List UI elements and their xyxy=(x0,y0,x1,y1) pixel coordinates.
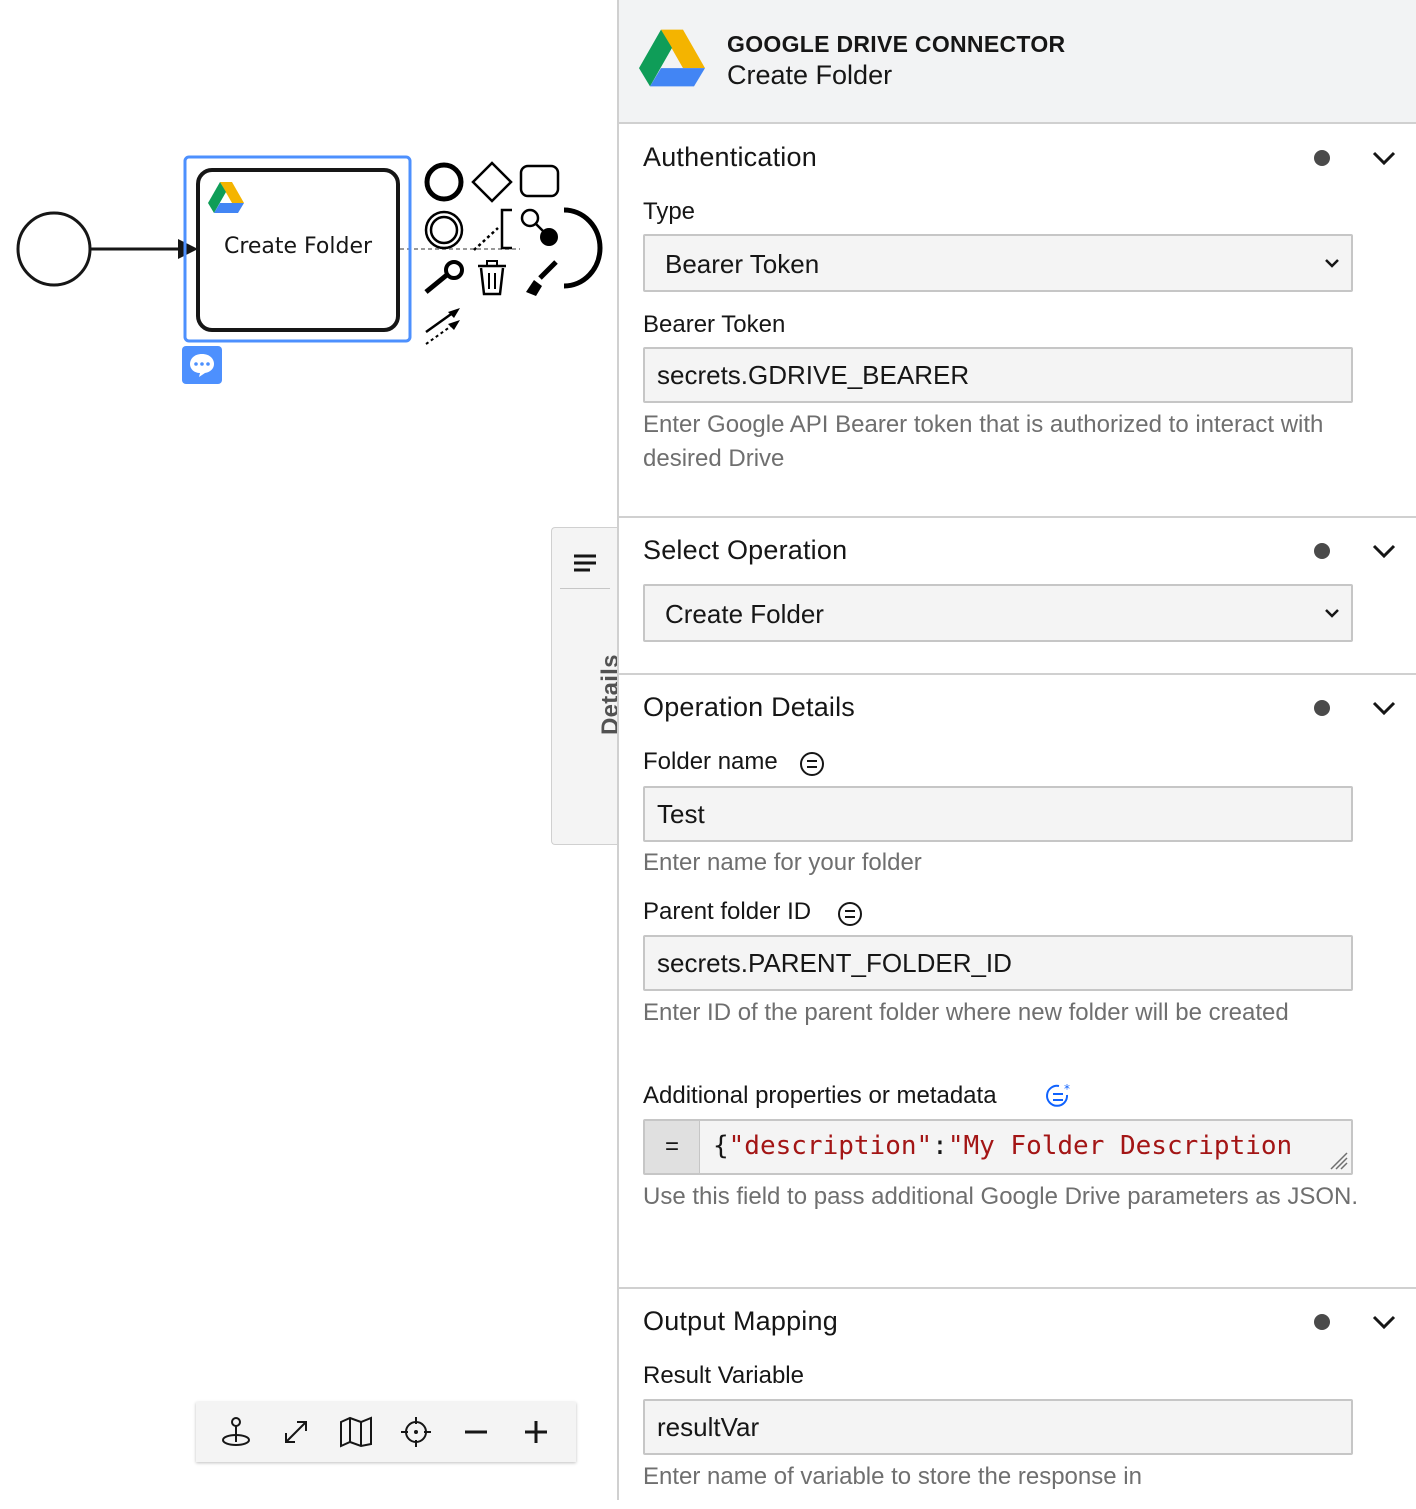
connect-arc-icon[interactable] xyxy=(560,206,604,292)
anchor-icon xyxy=(222,1417,250,1446)
code-brace: { xyxy=(713,1131,729,1161)
chevron-down-icon[interactable] xyxy=(1370,694,1398,722)
comment-badge[interactable] xyxy=(182,346,222,384)
folder-name-field[interactable] xyxy=(643,786,1353,842)
parent-folder-id-input[interactable] xyxy=(645,937,1351,989)
panel-header: GOOGLE DRIVE CONNECTOR Create Folder xyxy=(619,0,1416,124)
result-variable-label: Result Variable xyxy=(643,1362,804,1389)
menu-icon xyxy=(574,554,596,572)
google-drive-logo-icon xyxy=(639,29,705,87)
fullscreen-button[interactable] xyxy=(276,1412,316,1452)
group-output-mapping: Output Mapping Result Variable Enter nam… xyxy=(619,1289,1416,1509)
data-marker-dot xyxy=(1314,1314,1330,1330)
chevron-down-icon[interactable] xyxy=(1370,537,1398,565)
wrench-icon[interactable] xyxy=(422,258,466,298)
folder-name-input[interactable] xyxy=(645,788,1351,840)
chevron-down-icon xyxy=(1325,609,1339,618)
code-key: "description" xyxy=(728,1131,933,1161)
bearer-token-field[interactable] xyxy=(643,347,1353,403)
plus-icon xyxy=(525,1421,547,1443)
chevron-down-icon[interactable] xyxy=(1370,1308,1398,1336)
result-variable-field[interactable] xyxy=(643,1399,1353,1455)
result-variable-hint: Enter name of variable to store the resp… xyxy=(643,1463,1142,1490)
code-value: "My Folder Description xyxy=(947,1131,1293,1161)
chevron-down-icon[interactable] xyxy=(1370,144,1398,172)
zoom-in-button[interactable] xyxy=(516,1412,556,1452)
group-header-operation-details[interactable]: Operation Details xyxy=(643,692,855,723)
operation-select[interactable]: Create Folder xyxy=(643,584,1353,642)
task-label: Create Folder xyxy=(223,234,373,259)
data-marker-dot xyxy=(1314,700,1330,716)
append-end-event-icon[interactable] xyxy=(422,160,466,204)
svg-text:*: * xyxy=(1064,1083,1070,1096)
auth-type-value: Bearer Token xyxy=(665,249,820,279)
folder-name-hint: Enter name for your folder xyxy=(643,849,922,876)
minimap-button[interactable] xyxy=(336,1412,376,1452)
group-operation-details: Operation Details Folder name Enter name… xyxy=(619,675,1416,1289)
additional-properties-label: Additional properties or metadata xyxy=(643,1082,997,1109)
details-tab-label[interactable]: Details xyxy=(597,654,617,735)
canvas-toolbar xyxy=(196,1402,576,1462)
minus-icon xyxy=(465,1430,487,1434)
append-gateway-icon[interactable] xyxy=(470,160,514,204)
operation-value: Create Folder xyxy=(665,599,824,629)
bearer-token-hint: Enter Google API Bearer token that is au… xyxy=(643,411,1324,472)
menu-toggle[interactable] xyxy=(560,538,610,589)
auth-type-select[interactable]: Bearer Token xyxy=(643,234,1353,292)
parent-folder-id-hint: Enter ID of the parent folder where new … xyxy=(643,999,1289,1026)
change-type-icon[interactable] xyxy=(518,206,562,250)
delete-trash-icon[interactable] xyxy=(472,258,512,298)
zoom-out-button[interactable] xyxy=(456,1412,496,1452)
chat-bubble-icon xyxy=(190,354,214,377)
parent-folder-id-label: Parent folder ID xyxy=(643,898,812,925)
text-annotation-icon[interactable] xyxy=(470,206,518,254)
additional-properties-hint: Use this field to pass additional Google… xyxy=(643,1183,1358,1210)
crosshair-icon xyxy=(401,1417,431,1447)
connector-type: GOOGLE DRIVE CONNECTOR xyxy=(727,31,1066,57)
group-header-output-mapping[interactable]: Output Mapping xyxy=(643,1306,838,1337)
sequence-flow-arrow xyxy=(178,239,198,259)
properties-panel: GOOGLE DRIVE CONNECTOR Create Folder Aut… xyxy=(617,0,1416,1500)
feel-code[interactable]: {"description":"My Folder Description xyxy=(713,1131,1292,1161)
expand-icon xyxy=(285,1421,307,1443)
map-icon xyxy=(340,1416,372,1448)
reset-view-button[interactable] xyxy=(216,1412,256,1452)
diagram-canvas[interactable]: Create Folder Details xyxy=(0,0,617,1500)
resize-handle-icon[interactable] xyxy=(1327,1149,1349,1171)
element-name: Create Folder xyxy=(727,60,893,90)
folder-name-label: Folder name xyxy=(643,748,778,775)
type-label: Type xyxy=(643,198,696,225)
group-header-authentication[interactable]: Authentication xyxy=(643,142,817,173)
feel-optional-icon[interactable] xyxy=(799,751,825,777)
group-authentication: Authentication Type Bearer Token Bearer … xyxy=(619,124,1416,518)
feel-required-icon[interactable]: * xyxy=(1045,1083,1075,1111)
paint-brush-icon[interactable] xyxy=(520,258,560,298)
data-marker-dot xyxy=(1314,543,1330,559)
append-task-icon[interactable] xyxy=(518,162,562,202)
additional-properties-editor[interactable]: = {"description":"My Folder Description xyxy=(643,1119,1353,1175)
group-select-operation: Select Operation Create Folder xyxy=(619,518,1416,675)
code-colon: : xyxy=(932,1131,948,1161)
feel-optional-icon[interactable] xyxy=(837,901,863,927)
association-arrow-icon[interactable] xyxy=(422,304,466,348)
chevron-down-icon xyxy=(1325,259,1339,268)
parent-folder-id-field[interactable] xyxy=(643,935,1353,991)
result-variable-input[interactable] xyxy=(645,1401,1351,1453)
bearer-token-input[interactable] xyxy=(645,349,1351,401)
feel-expression-marker: = xyxy=(645,1121,700,1173)
center-button[interactable] xyxy=(396,1412,436,1452)
group-header-select-operation[interactable]: Select Operation xyxy=(643,535,847,566)
bearer-token-label: Bearer Token xyxy=(643,311,786,338)
data-marker-dot xyxy=(1314,150,1330,166)
append-intermediate-event-icon[interactable] xyxy=(422,208,466,252)
start-event xyxy=(16,211,92,287)
